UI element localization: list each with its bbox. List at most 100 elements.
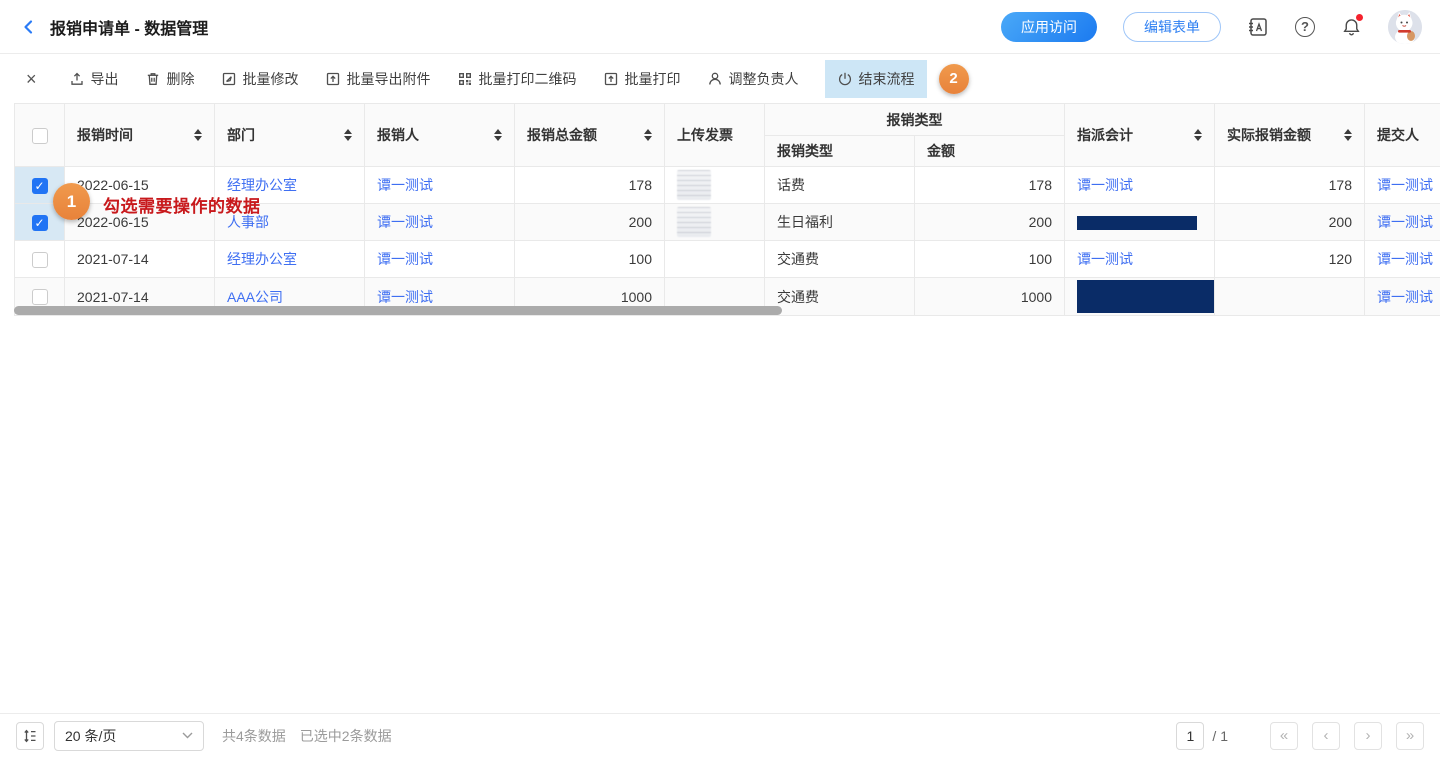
- select-all-checkbox[interactable]: [32, 128, 48, 144]
- step-1-label: 勾选需要操作的数据: [103, 192, 261, 217]
- column-header-total-amount[interactable]: 报销总金额: [515, 104, 665, 167]
- department-link[interactable]: AAA公司: [227, 289, 283, 305]
- chevron-down-icon: [182, 732, 193, 739]
- horizontal-scrollbar[interactable]: [14, 306, 782, 315]
- submitter-link[interactable]: 谭一测试: [1377, 177, 1433, 193]
- select-all-header: [15, 104, 65, 167]
- applicant-link[interactable]: 谭一测试: [377, 177, 433, 193]
- end-process-button[interactable]: 结束流程: [825, 60, 927, 98]
- column-header-accountant[interactable]: 指派会计: [1065, 104, 1215, 167]
- user-avatar[interactable]: [1388, 10, 1422, 44]
- column-header-applicant[interactable]: 报销人: [365, 104, 515, 167]
- cell-expense-amount: 100: [915, 241, 1065, 278]
- total-count-text: 共4条数据: [222, 726, 286, 746]
- column-header-invoice: 上传发票: [665, 104, 765, 167]
- help-icon[interactable]: ?: [1295, 17, 1315, 37]
- cell-actual-amount: 120: [1215, 241, 1365, 278]
- redacted-text: [1077, 216, 1197, 230]
- batch-toolbar: × 导出 删除 批量修改 批量导出附件 批量打印二维码 批量打印 调整负责人 结…: [0, 54, 1440, 103]
- cell-expense-type: 生日福利: [765, 204, 915, 241]
- next-page-button[interactable]: ›: [1354, 722, 1382, 750]
- accountant-link[interactable]: 谭一测试: [1077, 177, 1133, 193]
- cell-expense-amount: 1000: [915, 278, 1065, 316]
- export-icon: [69, 71, 85, 87]
- top-bar: 报销申请单 - 数据管理 应用访问 编辑表单 ?: [0, 0, 1440, 54]
- qrcode-icon: [457, 71, 473, 87]
- step-2-badge: 2: [939, 64, 969, 94]
- department-link[interactable]: 经理办公室: [227, 177, 297, 193]
- invoice-thumbnail[interactable]: [677, 207, 711, 237]
- cell-expense-amount: 178: [915, 167, 1065, 204]
- cell-expense-amount: 200: [915, 204, 1065, 241]
- edit-form-button[interactable]: 编辑表单: [1123, 12, 1221, 42]
- column-header-submitter: 提交人: [1365, 104, 1440, 167]
- selected-count-text: 已选中2条数据: [300, 726, 392, 746]
- print-icon: [603, 71, 619, 87]
- close-selection-button[interactable]: ×: [26, 70, 37, 88]
- submitter-link[interactable]: 谭一测试: [1377, 214, 1433, 230]
- last-page-button[interactable]: »: [1396, 722, 1424, 750]
- batch-print-qrcode-button[interactable]: 批量打印二维码: [457, 60, 577, 98]
- applicant-link[interactable]: 谭一测试: [377, 251, 433, 267]
- department-link[interactable]: 经理办公室: [227, 251, 297, 267]
- row-checkbox[interactable]: [32, 252, 48, 268]
- submitter-link[interactable]: 谭一测试: [1377, 251, 1433, 267]
- batch-edit-button[interactable]: 批量修改: [221, 60, 299, 98]
- sort-icon[interactable]: [194, 129, 202, 141]
- adjust-owner-button[interactable]: 调整负责人: [707, 60, 799, 98]
- applicant-link[interactable]: 谭一测试: [377, 289, 433, 305]
- page-title: 报销申请单 - 数据管理: [50, 15, 208, 39]
- docs-icon[interactable]: [1247, 16, 1269, 38]
- notification-bell-icon[interactable]: [1341, 16, 1362, 37]
- page-size-select[interactable]: 20 条/页: [54, 721, 204, 751]
- cell-total-amount: 200: [515, 204, 665, 241]
- person-icon: [707, 71, 723, 87]
- prev-page-button[interactable]: ‹: [1312, 722, 1340, 750]
- trash-icon: [145, 71, 161, 87]
- cell-total-amount: 100: [515, 241, 665, 278]
- sort-icon[interactable]: [344, 129, 352, 141]
- sort-icon[interactable]: [1344, 129, 1352, 141]
- export-button[interactable]: 导出: [69, 60, 119, 98]
- cell-actual-amount: 178: [1215, 167, 1365, 204]
- row-checkbox[interactable]: [32, 178, 48, 194]
- row-height-icon: [22, 728, 38, 744]
- notification-dot: [1356, 14, 1363, 21]
- redacted-text: [1077, 280, 1215, 313]
- cell-actual-amount: [1215, 278, 1365, 316]
- invoice-thumbnail[interactable]: [677, 170, 711, 200]
- export-attachment-icon: [325, 71, 341, 87]
- delete-button[interactable]: 删除: [145, 60, 195, 98]
- column-group-expense-type: 报销类型: [765, 104, 1065, 136]
- step-1-badge: 1: [53, 183, 90, 220]
- cell-expense-type: 交通费: [765, 241, 915, 278]
- column-header-actual-amount[interactable]: 实际报销金额: [1215, 104, 1365, 167]
- applicant-link[interactable]: 谭一测试: [377, 214, 433, 230]
- cell-total-amount: 178: [515, 167, 665, 204]
- column-header-expense-amount: 金额: [915, 136, 1065, 167]
- table-row: 2021-07-14 经理办公室 谭一测试 100 交通费 100 谭一测试 1…: [15, 241, 1440, 278]
- first-page-button[interactable]: «: [1270, 722, 1298, 750]
- app-access-button[interactable]: 应用访问: [1001, 12, 1097, 42]
- sort-icon[interactable]: [644, 129, 652, 141]
- submitter-link[interactable]: 谭一测试: [1377, 289, 1433, 305]
- sort-icon[interactable]: [494, 129, 502, 141]
- cell-expense-type: 交通费: [765, 278, 915, 316]
- current-page-input[interactable]: 1: [1176, 722, 1204, 750]
- power-icon: [837, 71, 853, 87]
- pagination-bar: 20 条/页 共4条数据 已选中2条数据 1 / 1 « ‹ › »: [0, 713, 1440, 757]
- row-height-button[interactable]: [16, 722, 44, 750]
- sort-icon[interactable]: [1194, 129, 1202, 141]
- cell-actual-amount: 200: [1215, 204, 1365, 241]
- back-icon[interactable]: [20, 18, 38, 36]
- row-checkbox[interactable]: [32, 289, 48, 305]
- cell-date: 2021-07-14: [65, 241, 215, 278]
- row-checkbox[interactable]: [32, 215, 48, 231]
- column-header-date[interactable]: 报销时间: [65, 104, 215, 167]
- accountant-link[interactable]: 谭一测试: [1077, 251, 1133, 267]
- batch-print-button[interactable]: 批量打印: [603, 60, 681, 98]
- cell-expense-type: 话费: [765, 167, 915, 204]
- column-header-expense-type: 报销类型: [765, 136, 915, 167]
- batch-export-attachments-button[interactable]: 批量导出附件: [325, 60, 431, 98]
- column-header-department[interactable]: 部门: [215, 104, 365, 167]
